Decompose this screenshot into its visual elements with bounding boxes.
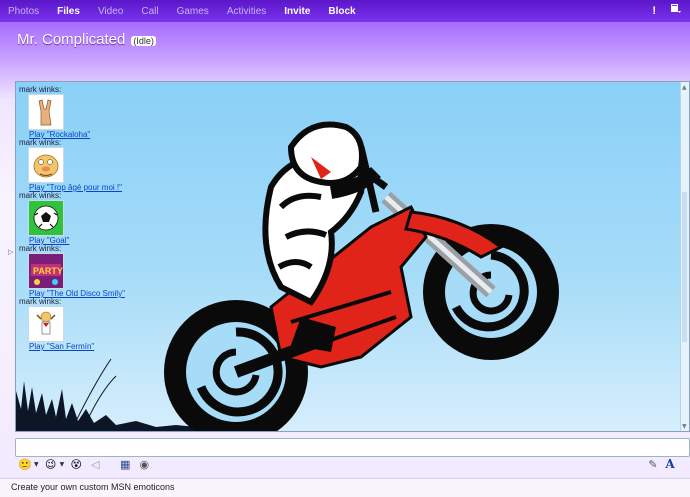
menu-games[interactable]: Games xyxy=(168,6,218,17)
contact-status: (Idle) xyxy=(131,36,156,46)
font-icon[interactable]: A xyxy=(662,456,678,472)
message-sender: mark winks: xyxy=(19,191,62,200)
old-man-icon[interactable] xyxy=(28,147,64,183)
scroll-down-icon[interactable]: ▼ xyxy=(682,423,688,430)
message-sender: mark winks: xyxy=(19,244,62,253)
voice-clip-icon[interactable]: ◁ xyxy=(88,457,102,471)
wink-message: mark winks: Play "San Fermín" xyxy=(19,297,159,351)
status-bar: Create your own custom MSN emoticons xyxy=(0,478,690,497)
handwriting-icon[interactable]: ✎ xyxy=(645,456,661,472)
wink-message: mark winks: Play "Goal" xyxy=(19,191,159,245)
play-wink-link[interactable]: Play "San Fermín" xyxy=(29,342,94,351)
menu-call[interactable]: Call xyxy=(132,6,167,17)
motocross-background-icon xyxy=(164,121,559,431)
message-sender: mark winks: xyxy=(19,297,62,306)
alert-icon[interactable]: ! xyxy=(652,5,656,17)
chevron-down-icon[interactable]: ▼ xyxy=(60,461,65,468)
top-menu-bar: Photos Files Video Call Games Activities… xyxy=(0,0,690,22)
wink-message: mark winks: PARTY Play "The Old Disco Sm… xyxy=(19,244,159,298)
contact-header: Mr. Complicated (Idle) xyxy=(17,31,156,48)
scroll-thumb[interactable] xyxy=(682,192,687,342)
party-icon[interactable]: PARTY xyxy=(28,253,64,289)
background-icon[interactable]: ▦ xyxy=(118,457,132,471)
nudge-icon[interactable]: 😵 xyxy=(69,457,83,471)
chevron-down-icon[interactable]: ▼ xyxy=(34,461,39,468)
message-sender: mark winks: xyxy=(19,138,62,147)
wink-message: mark winks: Play "Trop âgé pour moi !" xyxy=(19,138,159,192)
menu-photos[interactable]: Photos xyxy=(0,6,48,17)
menu-video[interactable]: Video xyxy=(89,6,132,17)
emoticon-icon[interactable]: 🙂 xyxy=(18,457,32,471)
scroll-up-icon[interactable]: ▲ xyxy=(682,84,688,91)
rock-hand-icon[interactable] xyxy=(28,94,64,130)
topbar-right-icons: ! xyxy=(652,3,682,18)
conversation-scrollbar[interactable]: ▲ ▼ xyxy=(680,82,689,431)
svg-text:PARTY: PARTY xyxy=(33,266,63,276)
compose-toolbar: 🙂 ▼ 😉 ▼ 😵 ◁ ▦ ◉ xyxy=(18,456,151,472)
status-bar-link[interactable]: Create your own custom MSN emoticons xyxy=(11,482,175,492)
message-input[interactable] xyxy=(15,438,690,457)
wink-icon[interactable]: 😉 xyxy=(44,457,58,471)
conversation-pane[interactable]: mark winks: Play "Rockaloha" mark winks: xyxy=(15,81,690,432)
soccer-ball-icon[interactable] xyxy=(28,200,64,236)
window-options-icon xyxy=(671,4,681,13)
wink-message: mark winks: Play "Rockaloha" xyxy=(19,85,159,139)
san-fermin-icon[interactable] xyxy=(28,306,64,342)
options-menu-icon[interactable] xyxy=(670,3,682,18)
message-sender: mark winks: xyxy=(19,85,62,94)
menu-files[interactable]: Files xyxy=(48,6,89,17)
expand-arrow-icon[interactable]: ▷ xyxy=(8,248,13,256)
games-icon[interactable]: ◉ xyxy=(137,457,151,471)
menu-activities[interactable]: Activities xyxy=(218,6,275,17)
menu-block[interactable]: Block xyxy=(319,6,364,17)
contact-name[interactable]: Mr. Complicated xyxy=(17,31,125,48)
menu-invite[interactable]: Invite xyxy=(275,6,319,17)
